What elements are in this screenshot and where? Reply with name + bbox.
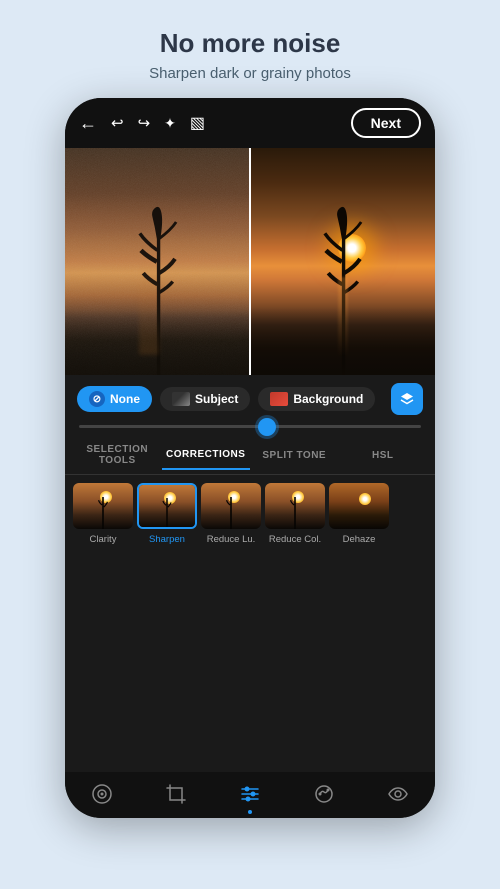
adjust-icon [238,782,262,806]
back-icon[interactable]: ← [79,113,97,134]
background-thumb [270,392,288,406]
nav-crop[interactable] [164,782,188,806]
undo-icon[interactable]: ↩ [111,114,124,132]
tabs-row: SELECTION TOOLS CORRECTIONS SPLIT TONE H… [65,434,435,475]
bottom-nav [65,772,435,818]
selection-bar: ⊘ None Subject Background [65,375,435,423]
page-subtitle: Sharpen dark or grainy photos [149,65,351,82]
sharpen-label: Sharpen [149,534,185,545]
layers-button[interactable] [391,383,423,415]
tab-split-tone[interactable]: SPLIT TONE [250,446,339,469]
compare-icon[interactable]: ▧ [190,113,205,133]
subject-thumb [172,392,190,406]
active-nav-indicator [248,810,252,814]
magic-icon[interactable]: ✦ [164,115,176,132]
dehaze-label: Dehaze [343,534,376,545]
clarity-thumb [73,483,133,529]
slider-thumb[interactable] [258,418,276,436]
reduce-lu-label: Reduce Lu. [207,534,256,545]
none-label: None [110,392,140,406]
subject-label: Subject [195,392,238,406]
tab-corrections[interactable]: CORRECTIONS [162,445,251,470]
photo-before [65,148,250,375]
page-title: No more noise [149,28,351,59]
none-selection-button[interactable]: ⊘ None [77,386,152,412]
comparison-slider[interactable] [79,425,421,428]
correction-sharpen[interactable]: Sharpen [137,483,197,545]
nav-healing[interactable] [312,782,336,806]
tab-selection-tools[interactable]: SELECTION TOOLS [73,440,162,474]
presets-icon [90,782,114,806]
crop-icon [164,782,188,806]
correction-clarity[interactable]: Clarity [73,483,133,545]
next-button[interactable]: Next [351,108,421,138]
correction-reduce-lu[interactable]: Reduce Lu. [201,483,261,545]
none-icon: ⊘ [89,391,105,407]
phone-frame: ← ↩ ↪ ✦ ▧ Next [65,98,435,818]
background-selection-button[interactable]: Background [258,387,375,411]
nav-presets[interactable] [90,782,114,806]
sharpen-thumb [137,483,197,529]
redo-icon[interactable]: ↪ [138,114,151,132]
reduce-col-thumb [265,483,325,529]
photo-after [250,148,435,375]
tab-hsl[interactable]: HSL [339,446,428,469]
dehaze-thumb [329,483,389,529]
background-label: Background [293,392,363,406]
eye-icon [386,782,410,806]
nav-eye[interactable] [386,782,410,806]
split-line[interactable] [249,148,251,375]
correction-reduce-col[interactable]: Reduce Col. [265,483,325,545]
reduce-lu-thumb [201,483,261,529]
toolbar: ← ↩ ↪ ✦ ▧ Next [65,98,435,148]
subject-selection-button[interactable]: Subject [160,387,250,411]
slider-row [65,423,435,434]
photo-area [65,148,435,375]
nav-adjust[interactable] [238,782,262,806]
correction-dehaze[interactable]: Dehaze [329,483,389,545]
healing-icon [312,782,336,806]
reduce-col-label: Reduce Col. [269,534,321,545]
photo-canvas [65,148,435,375]
clarity-label: Clarity [90,534,117,545]
corrections-row: Clarity Sharpen Reduce Lu. [65,475,435,545]
page-header: No more noise Sharpen dark or grainy pho… [129,0,371,98]
